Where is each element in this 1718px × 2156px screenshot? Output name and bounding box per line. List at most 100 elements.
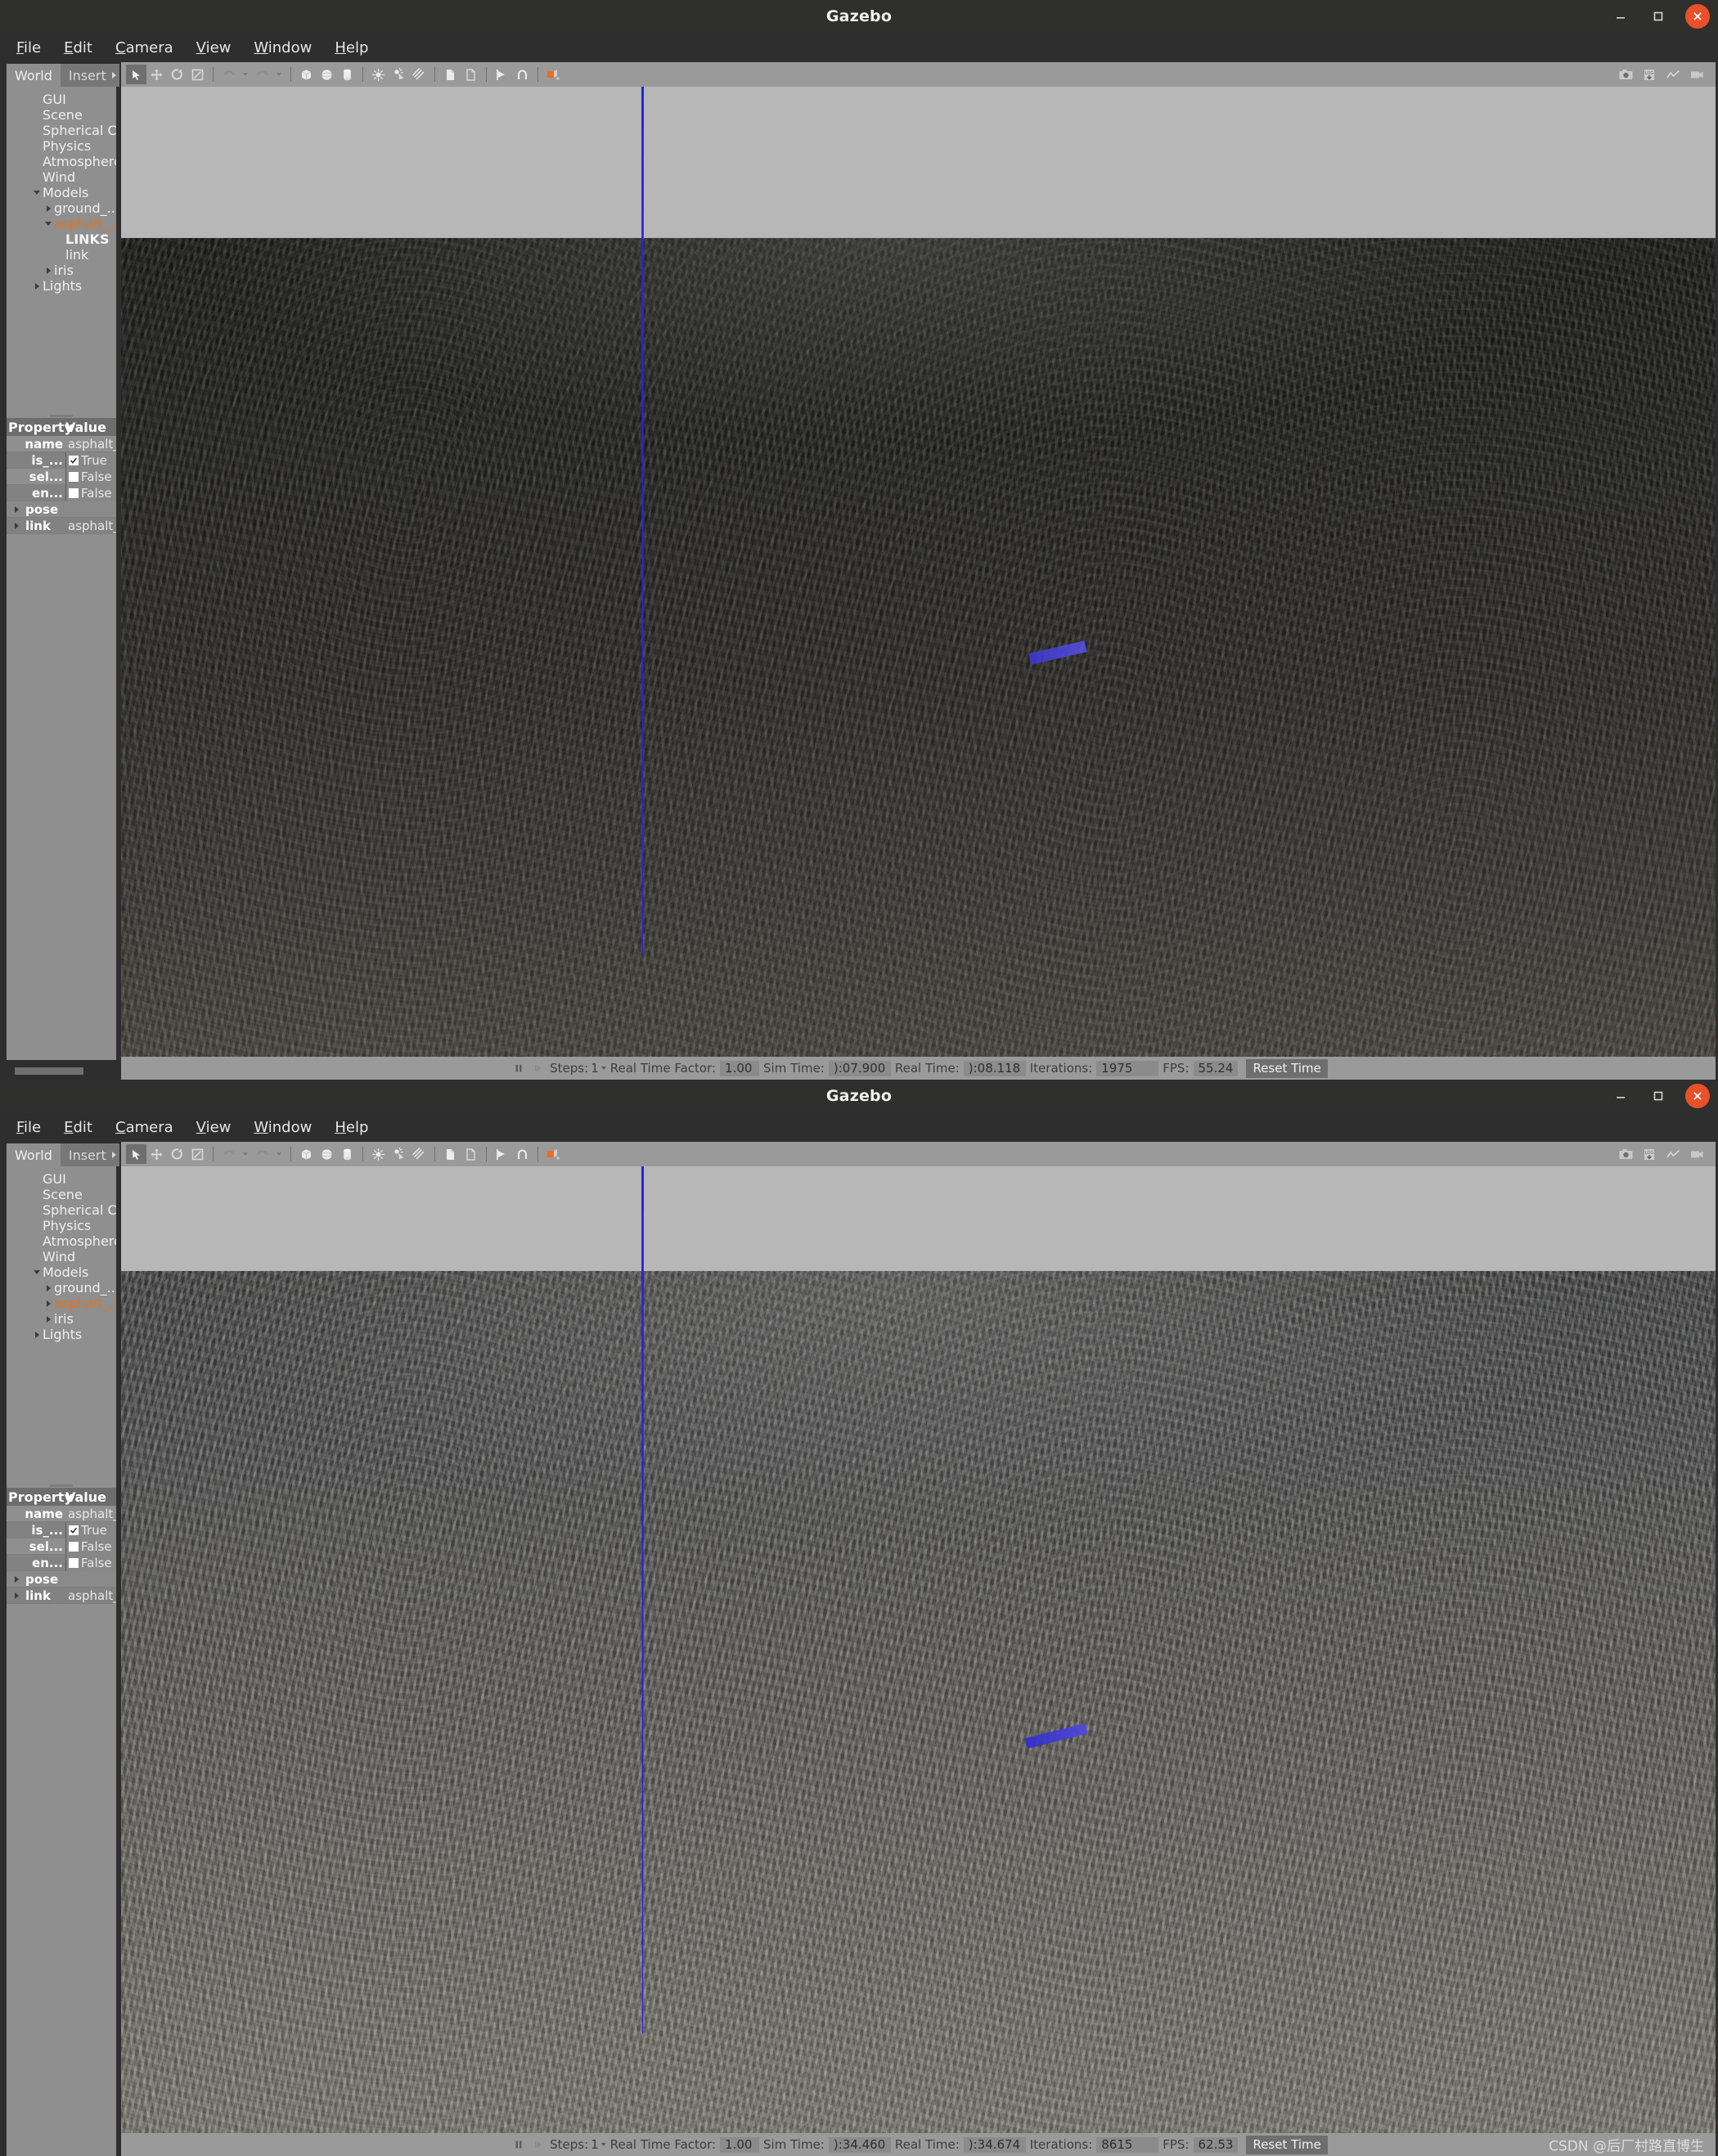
point-light-icon[interactable] <box>368 1144 389 1164</box>
property-row[interactable]: sel... False <box>7 468 116 485</box>
property-row[interactable]: name asphalt_p <box>7 1506 116 1522</box>
spot-light-icon[interactable] <box>389 1144 409 1164</box>
redo-dropdown-caret-icon[interactable] <box>277 1152 281 1156</box>
property-value[interactable]: False <box>65 468 116 485</box>
cylinder-icon[interactable] <box>337 65 358 84</box>
chevron-right-icon[interactable] <box>43 204 54 212</box>
tree-item-lights[interactable]: Lights <box>7 278 116 294</box>
tree-item-iris[interactable]: iris <box>7 1311 116 1327</box>
view-angle-icon[interactable] <box>543 1144 564 1164</box>
world-tree[interactable]: GUISceneSpherical Co...PhysicsAtmosphere… <box>7 1166 116 1484</box>
close-icon[interactable] <box>1685 4 1710 29</box>
chevron-down-icon[interactable] <box>31 191 43 195</box>
checkbox-unchecked-icon[interactable] <box>69 487 79 498</box>
chevron-down-icon[interactable] <box>31 1270 43 1274</box>
log-record-icon[interactable]: LOG <box>1639 65 1660 84</box>
property-row[interactable]: pose <box>7 1571 116 1588</box>
panel-splitter-handle[interactable] <box>7 1484 116 1488</box>
chevron-down-icon[interactable] <box>43 222 54 226</box>
tree-item-wind[interactable]: Wind <box>7 169 116 185</box>
tree-item-links[interactable]: LINKS <box>7 231 116 247</box>
tree-item-atmosphere[interactable]: Atmosphere <box>7 154 116 169</box>
undo-dropdown-caret-icon[interactable] <box>243 1152 248 1156</box>
property-row[interactable]: sel... False <box>7 1538 116 1555</box>
tree-item-spherical-co[interactable]: Spherical Co... <box>7 123 116 138</box>
property-row[interactable]: en... False <box>7 1554 116 1571</box>
checkbox-checked-icon[interactable] <box>69 1525 79 1535</box>
sphere-icon[interactable] <box>317 65 337 84</box>
tree-item-scene[interactable]: Scene <box>7 107 116 123</box>
property-row[interactable]: link asphalt_p <box>7 518 116 534</box>
checkbox-unchecked-icon[interactable] <box>69 1557 79 1568</box>
chevron-right-icon[interactable] <box>43 1284 54 1291</box>
checkbox-unchecked-icon[interactable] <box>69 1541 79 1552</box>
directional-light-icon[interactable] <box>409 65 430 84</box>
3d-viewport-window-1[interactable] <box>121 87 1716 1057</box>
maximize-icon[interactable] <box>1648 6 1669 27</box>
chevron-right-icon[interactable] <box>15 1592 19 1599</box>
chevron-right-icon[interactable] <box>31 1331 43 1338</box>
3d-viewport-window-2[interactable] <box>121 1166 1716 2133</box>
redo-icon[interactable] <box>252 1144 272 1164</box>
menu-window[interactable]: Window <box>242 1116 323 1139</box>
menu-camera[interactable]: Camera <box>104 36 185 60</box>
translate-icon[interactable] <box>146 65 167 84</box>
steps-stepper[interactable]: Steps: 1 <box>548 2137 606 2152</box>
point-light-icon[interactable] <box>368 65 389 84</box>
chevron-right-icon[interactable] <box>43 1315 54 1323</box>
scale-icon[interactable] <box>187 65 208 84</box>
property-row[interactable]: is_... True <box>7 1521 116 1538</box>
sphere-icon[interactable] <box>317 1144 337 1164</box>
maximize-icon[interactable] <box>1648 1085 1669 1107</box>
reset-time-button[interactable]: Reset Time <box>1246 1058 1328 1078</box>
tree-item-asphalt[interactable]: asphalt_... <box>7 1296 116 1311</box>
step-forward-icon[interactable] <box>528 2139 548 2150</box>
menu-file[interactable]: File <box>5 1116 52 1139</box>
property-value[interactable]: False <box>65 1554 116 1571</box>
copy-icon[interactable] <box>440 1144 461 1164</box>
tree-item-models[interactable]: Models <box>7 1264 116 1280</box>
tab-insert[interactable]: Insert <box>60 1143 119 1166</box>
property-row[interactable]: name asphalt_p <box>7 436 116 452</box>
tree-item-iris[interactable]: iris <box>7 263 116 278</box>
spot-light-icon[interactable] <box>389 65 409 84</box>
tree-item-physics[interactable]: Physics <box>7 1218 116 1233</box>
tree-item-ground[interactable]: ground_... <box>7 1280 116 1296</box>
menu-edit[interactable]: Edit <box>52 1116 104 1139</box>
rotate-icon[interactable] <box>167 65 187 84</box>
video-record-icon[interactable] <box>1687 65 1707 84</box>
snap-icon[interactable] <box>512 1144 533 1164</box>
translate-icon[interactable] <box>146 1144 167 1164</box>
tree-item-wind[interactable]: Wind <box>7 1249 116 1264</box>
checkbox-checked-icon[interactable] <box>69 455 79 465</box>
undo-icon[interactable] <box>218 1144 239 1164</box>
screenshot-camera-icon[interactable] <box>1616 1144 1636 1164</box>
property-row[interactable]: link asphalt_p <box>7 1588 116 1604</box>
panel-splitter-handle[interactable] <box>7 414 116 418</box>
tree-item-spherical-co[interactable]: Spherical Co... <box>7 1202 116 1218</box>
tab-world[interactable]: World <box>7 1143 61 1166</box>
chevron-right-icon[interactable] <box>31 282 43 290</box>
menu-window[interactable]: Window <box>242 36 323 60</box>
reset-time-button[interactable]: Reset Time <box>1246 2135 1328 2154</box>
undo-icon[interactable] <box>218 65 239 84</box>
redo-icon[interactable] <box>252 65 272 84</box>
align-icon[interactable] <box>492 1144 512 1164</box>
box-icon[interactable] <box>296 65 317 84</box>
minimize-icon[interactable] <box>1610 1085 1631 1107</box>
tree-item-lights[interactable]: Lights <box>7 1327 116 1342</box>
menu-camera[interactable]: Camera <box>104 1116 185 1139</box>
menu-view[interactable]: View <box>185 36 243 60</box>
select-arrow-icon[interactable] <box>126 1144 146 1164</box>
paste-icon[interactable] <box>461 1144 481 1164</box>
scrollbar-thumb[interactable] <box>15 1067 83 1075</box>
tree-item-atmosphere[interactable]: Atmosphere <box>7 1233 116 1249</box>
menu-help[interactable]: Help <box>323 1116 380 1139</box>
chevron-right-icon[interactable] <box>15 522 19 529</box>
tree-item-asphalt[interactable]: asphalt_... <box>7 216 116 231</box>
checkbox-unchecked-icon[interactable] <box>69 471 79 482</box>
directional-light-icon[interactable] <box>409 1144 430 1164</box>
chevron-right-icon[interactable] <box>43 267 54 274</box>
tree-item-models[interactable]: Models <box>7 185 116 200</box>
snap-icon[interactable] <box>512 65 533 84</box>
